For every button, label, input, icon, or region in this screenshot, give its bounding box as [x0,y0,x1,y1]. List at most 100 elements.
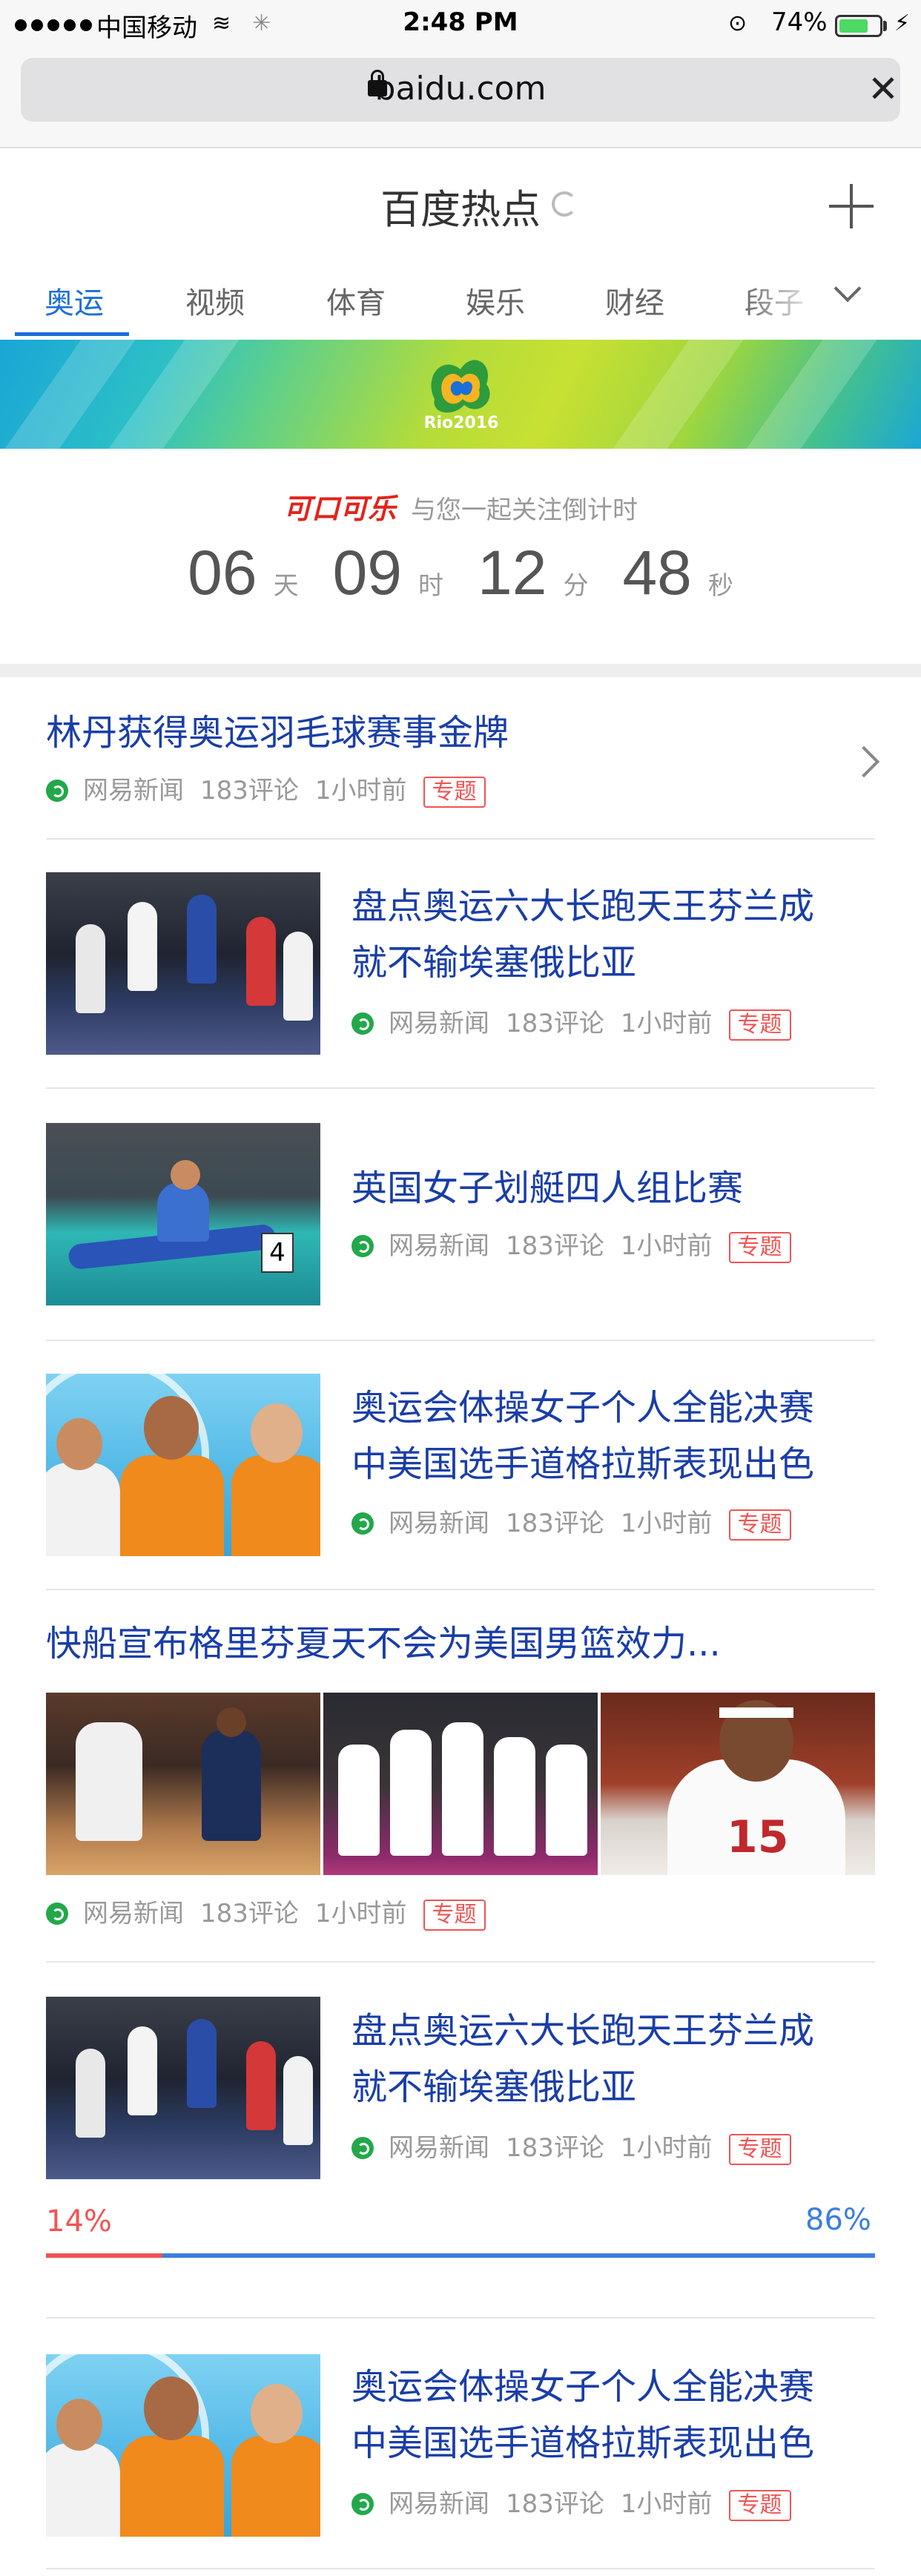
countdown-caption: 与您一起关注倒计时 [411,495,638,525]
news-thumbnail[interactable] [46,1374,320,1556]
news-meta: 网易新闻 183评论 1小时前 专题 [351,2132,791,2165]
news-time: 1小时前 [620,1009,713,1038]
vote-bar-left-fill [46,2253,162,2258]
tab-video[interactable]: 视频 [185,279,245,322]
topic-badge: 专题 [728,1232,791,1263]
news-thumbnail[interactable] [46,1693,320,1875]
news-meta: 网易新闻 183评论 1小时前 专题 [351,2488,791,2521]
divider [46,1961,875,1963]
refresh-icon[interactable] [552,191,577,217]
news-comments: 183评论 [506,1009,604,1038]
news-thumbnail[interactable]: 15 [601,1693,875,1875]
vote-bar [46,2253,875,2258]
battery-icon [835,15,882,37]
tab-finance[interactable]: 财经 [605,279,664,322]
topic-badge: 专题 [423,1900,486,1931]
news-source: 网易新闻 [83,1899,184,1928]
news-meta: 网易新闻 183评论 1小时前 专题 [351,1507,791,1541]
divider [46,1589,875,1590]
countdown-seconds: 48 [622,538,692,607]
news-title[interactable]: 盘点奥运六大长跑天王芬兰成 就不输埃塞俄比亚 [351,878,814,991]
news-source: 网易新闻 [389,2489,489,2519]
news-comments: 183评论 [506,2489,604,2519]
seconds-unit: 秒 [707,571,733,601]
rio2016-logo: Rio2016 [420,347,503,444]
hours-unit: 时 [418,571,443,601]
address-bar[interactable]: baidu.com ✕ [21,58,900,122]
battery-fill [839,19,868,33]
netease-icon [46,1903,68,1925]
news-source: 网易新闻 [389,2133,489,2163]
news-meta: 网易新闻 183评论 1小时前 专题 [46,1897,486,1931]
address-bar-container: baidu.com ✕ [0,52,921,148]
news-source: 网易新闻 [389,1231,489,1261]
tabs-fade [742,267,921,334]
tab-olympics[interactable]: 奥运 [44,279,104,322]
netease-icon [46,780,68,802]
news-thumbnail[interactable] [323,1693,598,1875]
countdown-days: 06 [188,538,257,607]
news-title[interactable]: 盘点奥运六大长跑天王芬兰成 就不输埃塞俄比亚 [351,2003,814,2115]
divider [46,2568,875,2569]
news-comments: 183评论 [200,1899,299,1928]
topic-badge: 专题 [728,2490,791,2521]
active-tab-indicator [15,332,129,336]
divider [46,1340,875,1341]
netease-icon [351,1512,374,1535]
news-time: 1小时前 [620,2133,713,2163]
divider [46,1087,875,1089]
netease-icon [351,1012,374,1035]
news-comments: 183评论 [506,2133,604,2163]
news-title[interactable]: 英国女子划艇四人组比赛 [351,1160,743,1216]
chevron-right-icon[interactable] [848,745,880,778]
topic-badge: 专题 [728,1509,791,1541]
news-time: 1小时前 [314,1899,407,1928]
news-time: 1小时前 [620,2489,713,2519]
countdown-hours: 09 [332,538,402,607]
news-time: 1小时前 [314,776,407,806]
tab-sports[interactable]: 体育 [326,279,386,322]
news-comments: 183评论 [506,1231,604,1261]
page-title: 百度热点 [380,186,541,233]
olympic-banner[interactable]: Rio2016 [0,340,921,449]
news-thumbnail[interactable]: 4 [46,1123,320,1305]
netease-icon [351,1235,374,1257]
news-thumbnail[interactable] [46,1997,320,2179]
status-bar: 中国移动 ≋ ✳ 2:48 PM ⊙ 74% ⚡ [0,0,921,52]
news-source: 网易新闻 [83,776,184,806]
countdown-caption-row: 可口可乐 与您一起关注倒计时 [0,486,921,527]
news-meta: 网易新闻 183评论 1小时前 专题 [46,774,486,808]
divider [46,2317,875,2319]
news-title[interactable]: 奥运会体操女子个人全能决赛 中美国选手道格拉斯表现出色 [351,2359,814,2471]
countdown-timer: 06 天 09 时 12 分 48 秒 [0,537,921,609]
vote-left-percent: 14% [46,2204,112,2239]
url-text[interactable]: baidu.com [21,70,900,108]
news-title[interactable]: 林丹获得奥运羽毛球赛事金牌 [46,705,509,761]
news-title[interactable]: 奥运会体操女子个人全能决赛 中美国选手道格拉斯表现出色 [351,1380,814,1492]
days-unit: 天 [273,571,299,601]
countdown-minutes: 12 [478,538,547,607]
news-time: 1小时前 [620,1509,713,1538]
news-title[interactable]: 快船宣布格里芬夏天不会为美国男篮效力... [46,1615,721,1672]
topic-badge: 专题 [423,777,486,808]
battery-tip [883,21,887,31]
news-meta: 网易新闻 183评论 1小时前 专题 [351,1007,791,1041]
netease-icon [351,2493,374,2515]
news-comments: 183评论 [200,776,299,806]
news-thumbnail[interactable] [46,872,320,1055]
news-source: 网易新闻 [389,1009,489,1038]
minutes-unit: 分 [563,571,589,601]
topic-badge: 专题 [728,1009,791,1041]
plus-icon[interactable] [829,184,874,228]
rotation-lock-icon: ⊙ [728,10,747,36]
divider [46,838,875,840]
news-thumbnail[interactable] [46,2354,320,2537]
news-comments: 183评论 [506,1509,604,1538]
close-icon[interactable]: ✕ [868,68,899,110]
tab-entertainment[interactable]: 娱乐 [466,279,525,322]
section-separator [0,664,921,677]
news-meta: 网易新闻 183评论 1小时前 专题 [351,1230,791,1263]
rio-logo-text: Rio2016 [423,414,499,432]
netease-icon [351,2137,374,2159]
vote-right-percent: 86% [805,2203,871,2237]
